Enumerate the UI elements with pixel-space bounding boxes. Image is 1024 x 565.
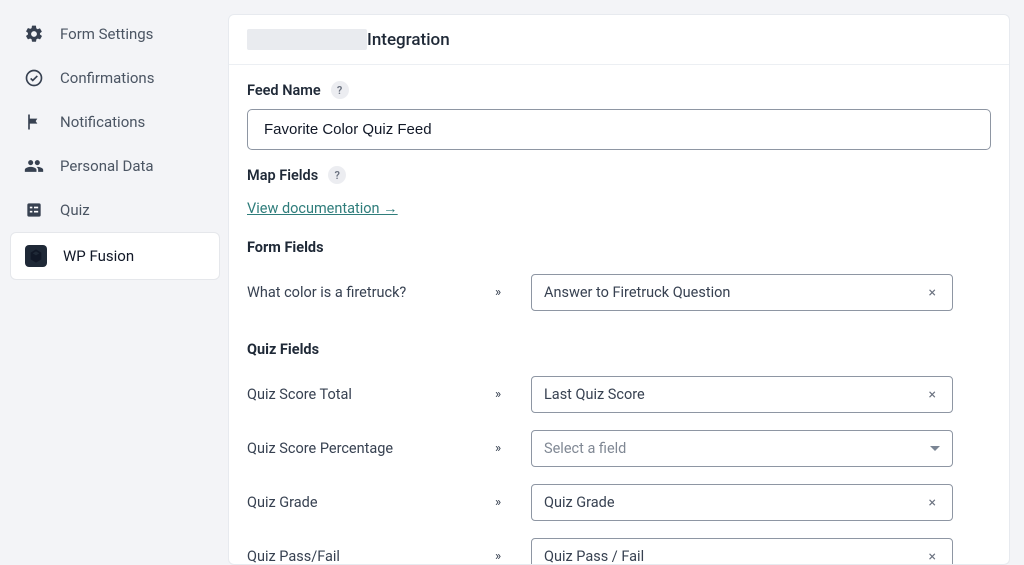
chevrons-icon: » bbox=[495, 441, 531, 456]
clear-icon[interactable]: × bbox=[925, 387, 940, 403]
select-placeholder: Select a field bbox=[544, 440, 626, 457]
page-title: Integration bbox=[367, 30, 450, 50]
sidebar-item-form-settings[interactable]: Form Settings bbox=[10, 12, 220, 56]
field-mapping-label: Quiz Grade bbox=[247, 494, 495, 511]
select-value: Answer to Firetruck Question bbox=[544, 284, 730, 301]
quiz-field-row: Quiz Score Percentage » Select a field bbox=[247, 430, 991, 467]
help-icon[interactable]: ? bbox=[331, 81, 349, 99]
sidebar-item-label: Form Settings bbox=[60, 25, 153, 43]
quiz-field-row: Quiz Grade » Quiz Grade × bbox=[247, 484, 991, 521]
chevrons-icon: » bbox=[495, 549, 531, 564]
field-mapping-select[interactable]: Last Quiz Score × bbox=[531, 376, 953, 413]
field-mapping-label: Quiz Score Percentage bbox=[247, 440, 495, 457]
help-icon[interactable]: ? bbox=[328, 166, 346, 184]
chevrons-icon: » bbox=[495, 495, 531, 510]
clear-icon[interactable]: × bbox=[925, 549, 940, 565]
clear-icon[interactable]: × bbox=[925, 495, 940, 511]
sidebar-item-quiz[interactable]: Quiz bbox=[10, 188, 220, 232]
form-fields-title: Form Fields bbox=[247, 239, 991, 256]
feed-name-input[interactable] bbox=[247, 109, 991, 150]
people-icon bbox=[24, 156, 44, 176]
chevrons-icon: » bbox=[495, 387, 531, 402]
sidebar-item-label: Personal Data bbox=[60, 157, 154, 175]
sidebar-item-label: Confirmations bbox=[60, 69, 154, 87]
field-mapping-select[interactable]: Select a field bbox=[531, 430, 953, 467]
field-mapping-label: Quiz Score Total bbox=[247, 386, 495, 403]
field-mapping-select[interactable]: Quiz Pass / Fail × bbox=[531, 538, 953, 564]
flag-icon bbox=[24, 112, 44, 132]
wp-fusion-icon bbox=[25, 245, 47, 267]
select-value: Quiz Grade bbox=[544, 494, 615, 511]
field-mapping-select[interactable]: Quiz Grade × bbox=[531, 484, 953, 521]
sidebar-item-confirmations[interactable]: Confirmations bbox=[10, 56, 220, 100]
quiz-icon bbox=[24, 200, 44, 220]
sidebar-item-personal-data[interactable]: Personal Data bbox=[10, 144, 220, 188]
sidebar-item-wp-fusion[interactable]: WP Fusion bbox=[10, 232, 220, 280]
chevrons-icon: » bbox=[495, 285, 531, 300]
view-documentation-link[interactable]: View documentation → bbox=[247, 200, 398, 217]
main-panel: Integration Feed Name ? Map Fields ? Vie… bbox=[228, 14, 1010, 565]
field-mapping-label: What color is a firetruck? bbox=[247, 284, 495, 301]
quiz-field-row: Quiz Score Total » Last Quiz Score × bbox=[247, 376, 991, 413]
settings-sidebar: Form Settings Confirmations Notification… bbox=[0, 0, 228, 565]
field-mapping-select[interactable]: Answer to Firetruck Question × bbox=[531, 274, 953, 311]
quiz-field-row: Quiz Pass/Fail » Quiz Pass / Fail × bbox=[247, 538, 991, 564]
chevron-down-icon bbox=[930, 446, 940, 451]
feed-name-label: Feed Name bbox=[247, 82, 321, 99]
map-fields-label: Map Fields bbox=[247, 167, 318, 184]
quiz-fields-title: Quiz Fields bbox=[247, 341, 991, 358]
panel-header: Integration bbox=[229, 15, 1009, 65]
sidebar-item-label: WP Fusion bbox=[63, 247, 134, 265]
sidebar-item-label: Quiz bbox=[60, 201, 90, 219]
check-circle-icon bbox=[24, 68, 44, 88]
redacted-logo bbox=[247, 29, 367, 50]
sidebar-item-label: Notifications bbox=[60, 113, 145, 131]
field-mapping-label: Quiz Pass/Fail bbox=[247, 548, 495, 564]
select-value: Quiz Pass / Fail bbox=[544, 548, 644, 564]
form-field-row: What color is a firetruck? » Answer to F… bbox=[247, 274, 991, 311]
sidebar-item-notifications[interactable]: Notifications bbox=[10, 100, 220, 144]
clear-icon[interactable]: × bbox=[925, 285, 940, 301]
gear-icon bbox=[24, 24, 44, 44]
select-value: Last Quiz Score bbox=[544, 386, 645, 403]
